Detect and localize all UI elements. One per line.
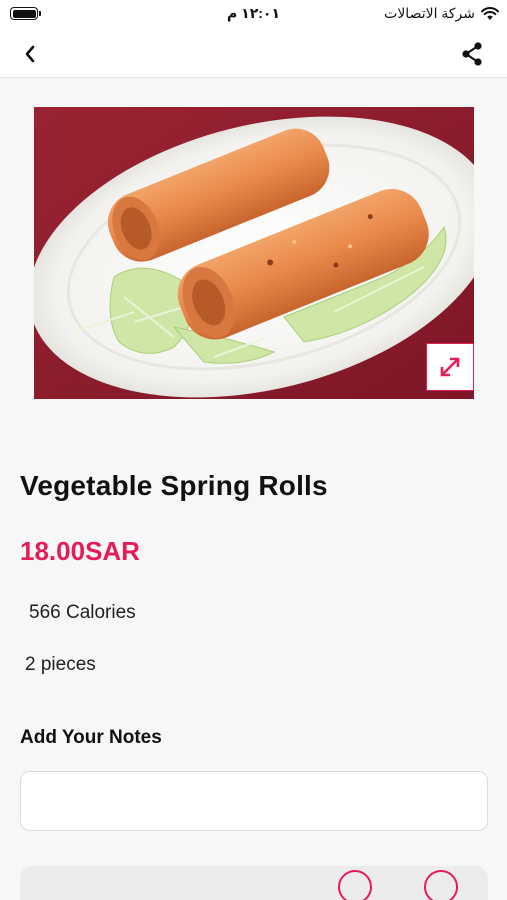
- item-title: Vegetable Spring Rolls: [20, 470, 328, 501]
- share-button[interactable]: [457, 39, 487, 69]
- expand-image-button[interactable]: [426, 343, 474, 391]
- wifi-icon: [481, 6, 499, 21]
- carrier-name: شركة الاتصالات: [384, 5, 475, 21]
- increase-quantity-button[interactable]: [424, 870, 458, 900]
- back-button[interactable]: [16, 40, 44, 68]
- item-pieces: 2 pieces: [25, 654, 96, 675]
- item-price: 18.00SAR: [20, 536, 140, 566]
- product-photo: [34, 107, 474, 399]
- status-carrier-group: شركة الاتصالات: [384, 5, 499, 22]
- share-icon: [462, 42, 482, 66]
- chevron-left-icon: [25, 45, 35, 63]
- status-bar: ١٢:٠١ م شركة الاتصالات: [0, 0, 507, 30]
- decrease-quantity-button[interactable]: [338, 870, 372, 900]
- quantity-panel: [20, 866, 488, 900]
- expand-icon: [440, 357, 460, 377]
- product-image[interactable]: [34, 107, 474, 399]
- notes-label: Add Your Notes: [20, 727, 162, 748]
- nav-bar: [0, 30, 507, 78]
- notes-input[interactable]: [20, 771, 488, 831]
- item-calories: 566 Calories: [29, 602, 136, 623]
